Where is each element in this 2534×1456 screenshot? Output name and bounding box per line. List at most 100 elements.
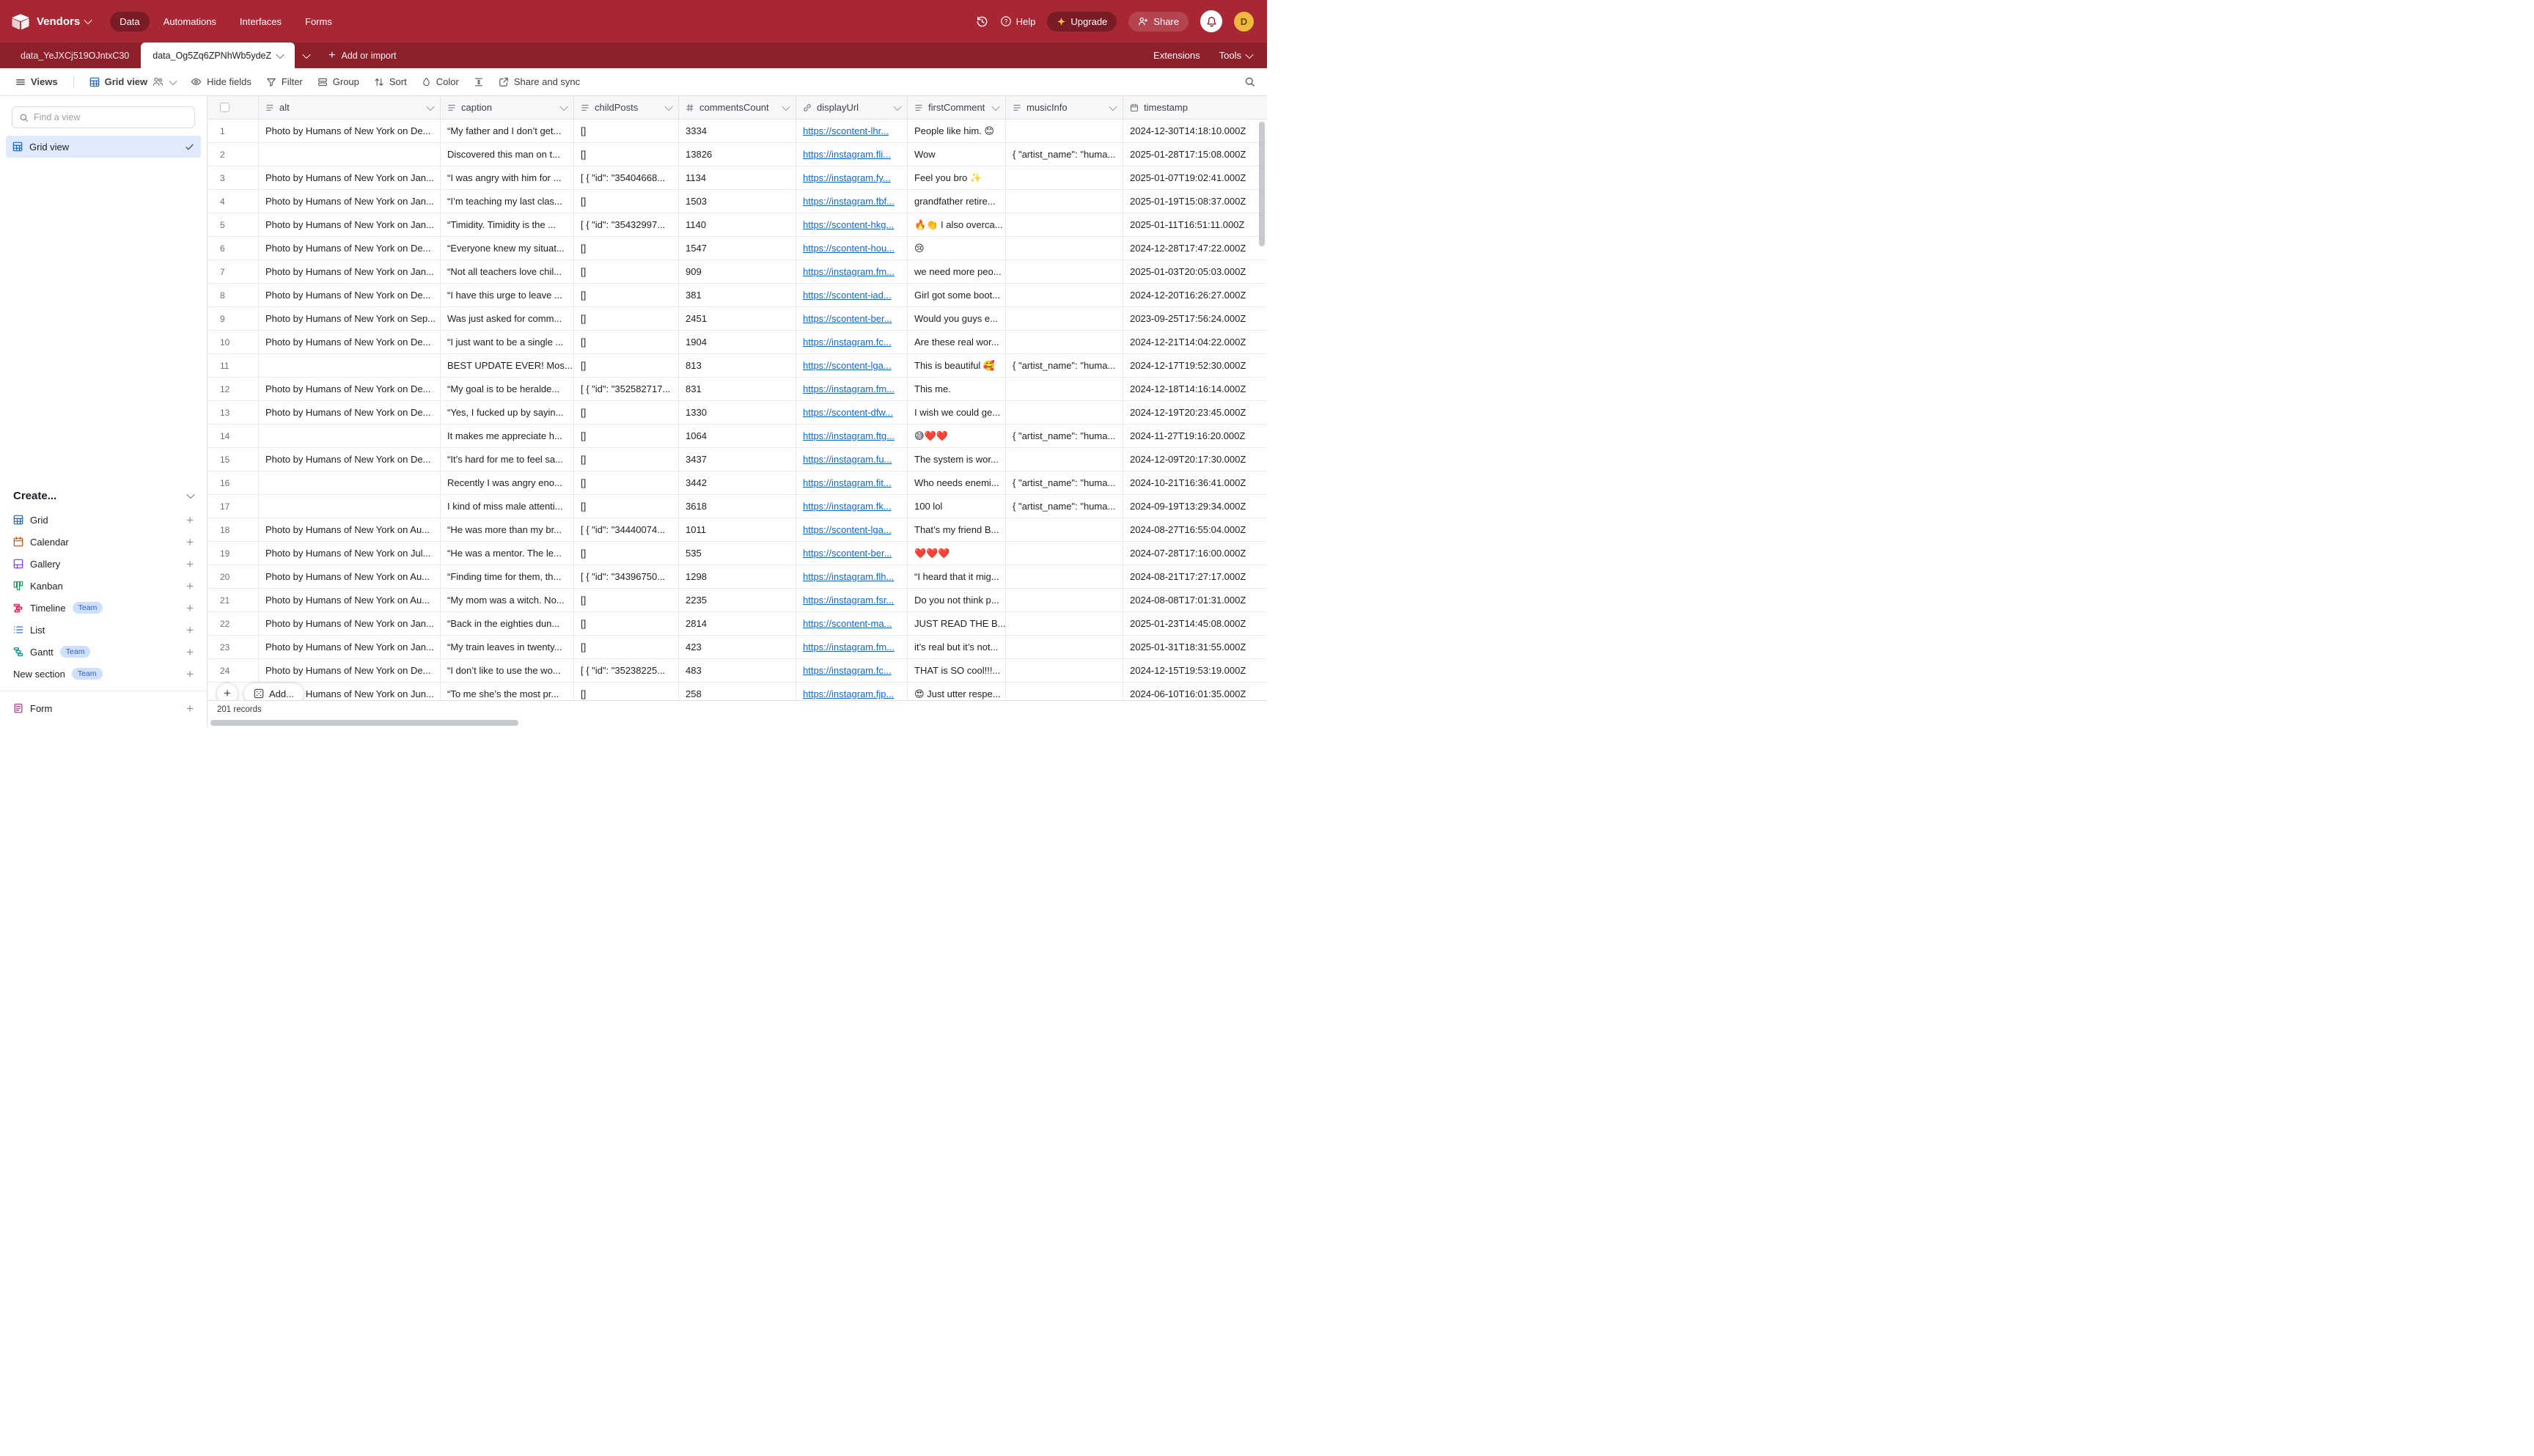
cell-caption[interactable]: “I have this urge to leave ... <box>441 284 574 306</box>
chevron-down-icon[interactable] <box>427 105 433 111</box>
chevron-down-icon[interactable] <box>666 105 672 111</box>
column-header-caption[interactable]: caption <box>441 96 574 119</box>
cell-alt[interactable]: Photo by Humans of New York on De... <box>259 237 441 260</box>
cell-musicInfo[interactable] <box>1006 213 1123 236</box>
cell-commentsCount[interactable]: 813 <box>679 354 796 377</box>
cell-musicInfo[interactable] <box>1006 589 1123 611</box>
cell-timestamp[interactable]: 2025-01-31T18:31:55.000Z <box>1123 636 1267 658</box>
cell-displayUrl[interactable]: https://instagram.fk... <box>796 495 908 518</box>
cell-commentsCount[interactable]: 3618 <box>679 495 796 518</box>
cell-alt[interactable] <box>259 471 441 494</box>
cell-caption[interactable]: “He was a mentor. The le... <box>441 542 574 565</box>
create-section-toggle[interactable]: Create... <box>0 482 207 509</box>
sidebar-item-calendar[interactable]: Calendar+ <box>0 531 207 553</box>
cell-firstComment[interactable]: 😍 Just utter respe... <box>908 683 1006 700</box>
plus-icon[interactable]: + <box>186 624 194 636</box>
url-link[interactable]: https://scontent-ber... <box>803 548 892 559</box>
cell-displayUrl[interactable]: https://instagram.fm... <box>796 260 908 283</box>
cell-musicInfo[interactable] <box>1006 307 1123 330</box>
url-link[interactable]: https://scontent-hou... <box>803 243 895 254</box>
column-header-alt[interactable]: alt <box>259 96 441 119</box>
cell-firstComment[interactable]: Who needs enemi... <box>908 471 1006 494</box>
cell-musicInfo[interactable] <box>1006 166 1123 189</box>
search-button[interactable] <box>1244 76 1255 87</box>
cell-displayUrl[interactable]: https://instagram.fsr... <box>796 589 908 611</box>
sidebar-item-gantt[interactable]: GanttTeam+ <box>0 641 207 663</box>
chevron-down-icon[interactable] <box>993 105 999 111</box>
cell-timestamp[interactable]: 2024-07-28T17:16:00.000Z <box>1123 542 1267 565</box>
cell-childPosts[interactable]: [] <box>574 354 679 377</box>
help-button[interactable]: ? Help <box>1000 15 1036 27</box>
cell-alt[interactable]: Photo by Humans of New York on Jan... <box>259 190 441 213</box>
extensions-button[interactable]: Extensions <box>1153 50 1200 61</box>
cell-timestamp[interactable]: 2025-01-11T16:51:11.000Z <box>1123 213 1267 236</box>
cell-childPosts[interactable]: [] <box>574 683 679 700</box>
url-link[interactable]: https://scontent-lhr... <box>803 125 889 136</box>
row-number[interactable]: 11 <box>208 354 259 377</box>
cell-musicInfo[interactable] <box>1006 401 1123 424</box>
cell-caption[interactable]: “I don’t like to use the wo... <box>441 659 574 682</box>
row-number[interactable]: 17 <box>208 495 259 518</box>
url-link[interactable]: https://scontent-lga... <box>803 360 892 371</box>
cell-alt[interactable]: Photo by Humans of New York on De... <box>259 331 441 353</box>
cell-firstComment[interactable]: Do you not think p... <box>908 589 1006 611</box>
sidebar-view-grid-view[interactable]: Grid view <box>6 136 201 158</box>
cell-childPosts[interactable]: [] <box>574 331 679 353</box>
cell-alt[interactable] <box>259 495 441 518</box>
cell-displayUrl[interactable]: https://instagram.fc... <box>796 659 908 682</box>
cell-childPosts[interactable]: [] <box>574 401 679 424</box>
chevron-down-icon[interactable] <box>561 105 567 111</box>
cell-childPosts[interactable]: [] <box>574 495 679 518</box>
cell-timestamp[interactable]: 2025-01-03T20:05:03.000Z <box>1123 260 1267 283</box>
views-button[interactable]: Views <box>9 73 65 91</box>
find-view-search[interactable] <box>12 106 195 128</box>
url-link[interactable]: https://scontent-hkg... <box>803 219 894 230</box>
sidebar-item-grid[interactable]: Grid+ <box>0 509 207 531</box>
cell-displayUrl[interactable]: https://instagram.fm... <box>796 378 908 400</box>
cell-caption[interactable]: “To me she’s the most pr... <box>441 683 574 700</box>
cell-childPosts[interactable]: [ { "id": "352582717... <box>574 378 679 400</box>
color-button[interactable]: Color <box>415 73 466 91</box>
cell-commentsCount[interactable]: 423 <box>679 636 796 658</box>
cell-commentsCount[interactable]: 3334 <box>679 120 796 142</box>
cell-timestamp[interactable]: 2024-12-28T17:47:22.000Z <box>1123 237 1267 260</box>
cell-caption[interactable]: “Finding time for them, th... <box>441 565 574 588</box>
cell-childPosts[interactable]: [] <box>574 260 679 283</box>
cell-firstComment[interactable]: Feel you bro ✨ <box>908 166 1006 189</box>
cell-timestamp[interactable]: 2024-09-19T13:29:34.000Z <box>1123 495 1267 518</box>
cell-commentsCount[interactable]: 381 <box>679 284 796 306</box>
cell-musicInfo[interactable]: { "artist_name": "huma... <box>1006 424 1123 447</box>
cell-alt[interactable]: Photo by Humans of New York on Jul... <box>259 542 441 565</box>
row-number[interactable]: 2 <box>208 143 259 166</box>
chevron-down-icon[interactable] <box>783 105 789 111</box>
row-number[interactable]: 19 <box>208 542 259 565</box>
cell-alt[interactable] <box>259 424 441 447</box>
url-link[interactable]: https://instagram.fm... <box>803 383 895 394</box>
url-link[interactable]: https://scontent-dfw... <box>803 407 893 418</box>
cell-commentsCount[interactable]: 1330 <box>679 401 796 424</box>
column-header-firstComment[interactable]: firstComment <box>908 96 1006 119</box>
cell-caption[interactable]: “Not all teachers love chil... <box>441 260 574 283</box>
url-link[interactable]: https://instagram.fu... <box>803 454 892 465</box>
cell-childPosts[interactable]: [] <box>574 120 679 142</box>
cell-caption[interactable]: “Back in the eighties dun... <box>441 612 574 635</box>
cell-timestamp[interactable]: 2024-12-17T19:52:30.000Z <box>1123 354 1267 377</box>
cell-displayUrl[interactable]: https://instagram.fc... <box>796 331 908 353</box>
cell-musicInfo[interactable] <box>1006 284 1123 306</box>
cell-alt[interactable]: Photo by Humans of New York on Jan... <box>259 612 441 635</box>
row-number[interactable]: 8 <box>208 284 259 306</box>
url-link[interactable]: https://instagram.fbf... <box>803 196 895 207</box>
sort-button[interactable]: Sort <box>367 73 414 91</box>
cell-commentsCount[interactable]: 258 <box>679 683 796 700</box>
chevron-down-icon[interactable] <box>1110 105 1116 111</box>
cell-childPosts[interactable]: [] <box>574 612 679 635</box>
cell-childPosts[interactable]: [] <box>574 589 679 611</box>
url-link[interactable]: https://instagram.fk... <box>803 501 892 512</box>
cell-displayUrl[interactable]: https://instagram.flh... <box>796 565 908 588</box>
nav-forms[interactable]: Forms <box>295 12 342 32</box>
upgrade-button[interactable]: Upgrade <box>1047 12 1117 32</box>
cell-displayUrl[interactable]: https://instagram.fit... <box>796 471 908 494</box>
cell-caption[interactable]: Was just asked for comm... <box>441 307 574 330</box>
cell-commentsCount[interactable]: 13826 <box>679 143 796 166</box>
cell-alt[interactable]: Photo by Humans of New York on Jan... <box>259 260 441 283</box>
